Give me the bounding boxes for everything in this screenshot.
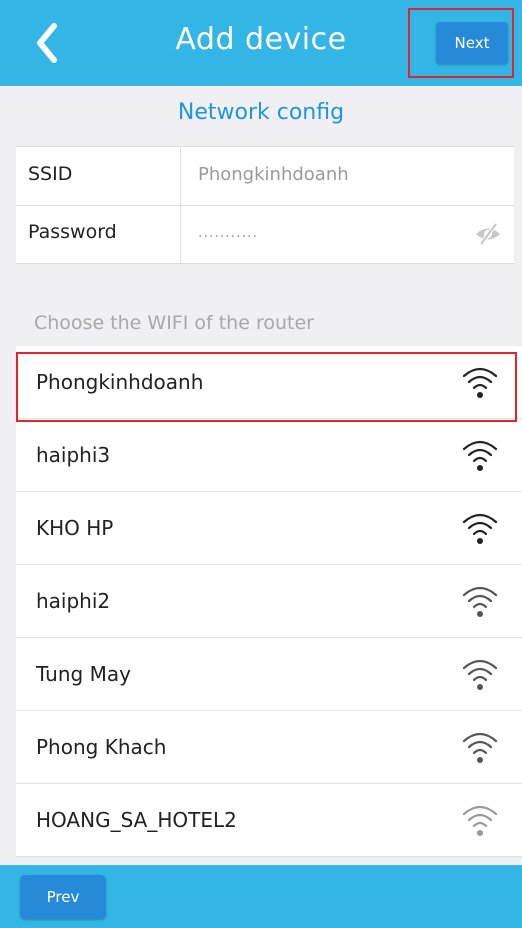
wifi-name: KHO HP bbox=[36, 516, 114, 540]
footer-bar: Prev bbox=[0, 865, 522, 928]
wifi-name: Tung May bbox=[36, 662, 131, 686]
wifi-list-item[interactable]: Phongkinhdoanh bbox=[16, 346, 522, 419]
wifi-signal-icon bbox=[462, 732, 498, 763]
next-highlight-box: Next bbox=[408, 8, 514, 78]
password-label: Password bbox=[28, 221, 117, 243]
wifi-signal-icon bbox=[462, 440, 498, 471]
wifi-signal-icon bbox=[462, 586, 498, 617]
header-bar: Add device Next bbox=[0, 0, 522, 86]
wifi-name: haiphi2 bbox=[36, 589, 111, 613]
eye-slash-icon[interactable] bbox=[474, 223, 502, 245]
divider bbox=[180, 147, 181, 205]
wifi-list: Phongkinhdoanh haiphi3 KHO HP haiphi2 Tung M… bbox=[16, 346, 522, 857]
wifi-list-item[interactable]: KHO HP bbox=[16, 492, 522, 565]
wifi-signal-icon bbox=[462, 513, 498, 544]
wifi-name: haiphi3 bbox=[36, 443, 111, 467]
ssid-label: SSID bbox=[28, 163, 73, 185]
wifi-signal-icon bbox=[462, 367, 498, 398]
next-button[interactable]: Next bbox=[436, 22, 508, 64]
divider bbox=[180, 205, 181, 263]
password-row: Password ··········· bbox=[16, 205, 514, 263]
prev-button[interactable]: Prev bbox=[20, 875, 106, 919]
wifi-list-item[interactable]: Tung May bbox=[16, 638, 522, 711]
wifi-prompt: Choose the WIFI of the router bbox=[34, 312, 314, 334]
wifi-signal-icon bbox=[462, 659, 498, 690]
wifi-list-item[interactable]: Phong Khach bbox=[16, 711, 522, 784]
ssid-row: SSID Phongkinhdoanh bbox=[16, 147, 514, 206]
ssid-field[interactable]: Phongkinhdoanh bbox=[198, 164, 349, 185]
wifi-signal-icon bbox=[462, 805, 498, 836]
password-field[interactable]: ··········· bbox=[198, 229, 258, 245]
section-title: Network config bbox=[177, 100, 345, 125]
wifi-list-item[interactable]: HOANG_SA_HOTEL2 bbox=[16, 784, 522, 857]
network-config-card: SSID Phongkinhdoanh Password ··········· bbox=[16, 146, 514, 264]
wifi-list-item[interactable]: haiphi2 bbox=[16, 565, 522, 638]
wifi-name: HOANG_SA_HOTEL2 bbox=[36, 808, 237, 832]
wifi-name: Phongkinhdoanh bbox=[36, 370, 204, 394]
wifi-list-item[interactable]: haiphi3 bbox=[16, 419, 522, 492]
wifi-name: Phong Khach bbox=[36, 735, 167, 759]
